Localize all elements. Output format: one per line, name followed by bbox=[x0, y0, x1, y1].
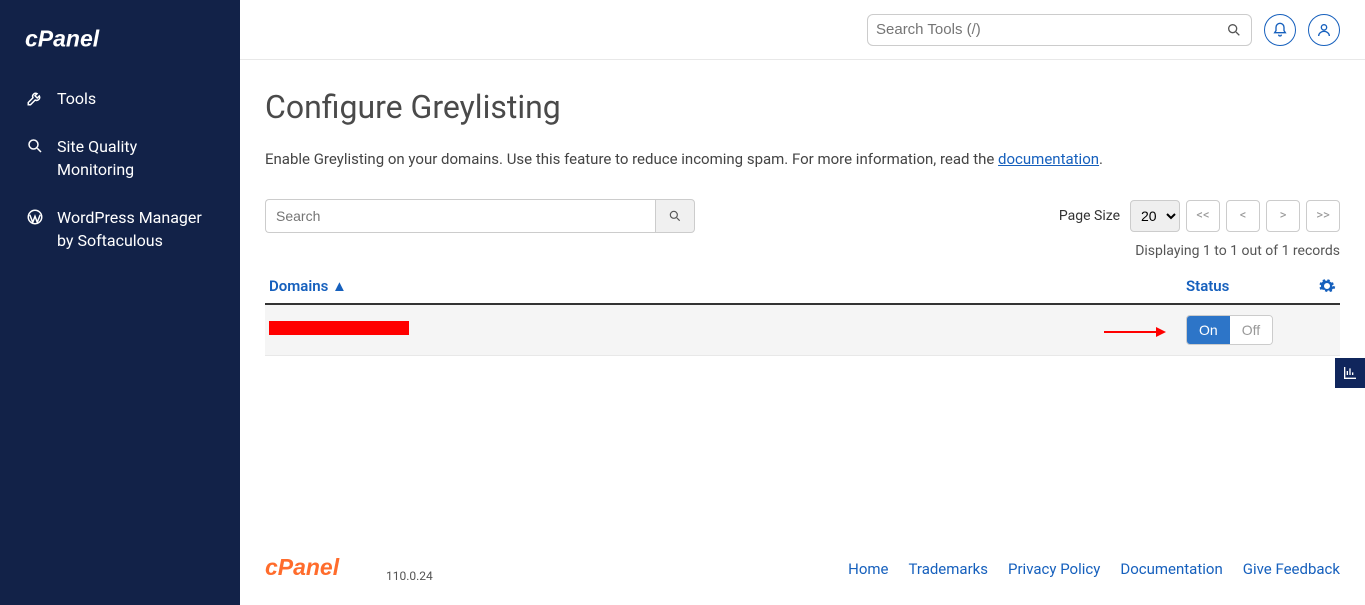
sidebar-item-label: WordPress Manager by Softaculous bbox=[57, 207, 215, 252]
footer-links: Home Trademarks Privacy Policy Documenta… bbox=[848, 560, 1340, 578]
account-button[interactable] bbox=[1308, 14, 1340, 46]
table-search-button[interactable] bbox=[655, 199, 695, 233]
table-header: Domains ▲ Status bbox=[265, 269, 1340, 305]
page-title: Configure Greylisting bbox=[265, 88, 1340, 126]
search-tools-input[interactable] bbox=[876, 21, 1225, 38]
greylisting-toggle: On Off bbox=[1186, 315, 1273, 345]
page-description: Enable Greylisting on your domains. Use … bbox=[265, 148, 1340, 171]
chart-icon bbox=[1342, 365, 1358, 381]
footer-left: cPanel 110.0.24 bbox=[265, 554, 433, 585]
sidebar-item-wordpress[interactable]: WordPress Manager by Softaculous bbox=[0, 194, 240, 265]
sidebar-item-site-quality[interactable]: Site Quality Monitoring bbox=[0, 123, 240, 194]
search-icon bbox=[668, 209, 682, 223]
sidebar-item-tools[interactable]: Tools bbox=[0, 75, 240, 123]
cpanel-logo-footer: cPanel bbox=[265, 554, 380, 585]
sidebar-item-label: Tools bbox=[57, 88, 96, 110]
documentation-link[interactable]: documentation bbox=[998, 150, 1099, 168]
pager-size-label: Page Size bbox=[1059, 208, 1120, 224]
status-cell: On Off bbox=[1186, 315, 1306, 345]
search-tools[interactable] bbox=[867, 14, 1252, 46]
arrow-annotation bbox=[1104, 327, 1166, 337]
col-domains[interactable]: Domains ▲ bbox=[269, 277, 1186, 295]
pager-size-select[interactable]: 20 bbox=[1130, 200, 1180, 232]
notifications-button[interactable] bbox=[1264, 14, 1296, 46]
content: Configure Greylisting Enable Greylisting… bbox=[240, 60, 1365, 533]
magnify-icon bbox=[25, 136, 45, 156]
footer-link-trademarks[interactable]: Trademarks bbox=[909, 560, 989, 578]
pager-first[interactable]: << bbox=[1186, 200, 1220, 232]
footer-link-privacy[interactable]: Privacy Policy bbox=[1008, 560, 1100, 578]
footer-link-feedback[interactable]: Give Feedback bbox=[1243, 560, 1340, 578]
domain-name-redacted bbox=[269, 321, 409, 335]
person-icon bbox=[1316, 22, 1332, 38]
pager-last[interactable]: >> bbox=[1306, 200, 1340, 232]
sidebar: cPanel Tools Site Quality Monitoring Wor… bbox=[0, 0, 240, 605]
cpanel-logo: cPanel bbox=[0, 25, 240, 75]
stats-tab[interactable] bbox=[1335, 358, 1365, 388]
gear-icon bbox=[1318, 277, 1336, 295]
table-search bbox=[265, 199, 695, 233]
bell-icon bbox=[1272, 22, 1288, 38]
toggle-on[interactable]: On bbox=[1187, 316, 1230, 344]
col-status[interactable]: Status bbox=[1186, 277, 1306, 295]
tools-icon bbox=[25, 88, 45, 108]
sidebar-item-label: Site Quality Monitoring bbox=[57, 136, 215, 181]
domains-table: Domains ▲ Status On Off bbox=[265, 269, 1340, 356]
svg-text:cPanel: cPanel bbox=[265, 554, 340, 580]
pager-prev[interactable]: < bbox=[1226, 200, 1260, 232]
display-count: Displaying 1 to 1 out of 1 records bbox=[265, 243, 1340, 259]
footer: cPanel 110.0.24 Home Trademarks Privacy … bbox=[240, 533, 1365, 605]
table-search-input[interactable] bbox=[265, 199, 655, 233]
footer-link-home[interactable]: Home bbox=[848, 560, 888, 578]
domain-cell bbox=[269, 321, 1186, 339]
table-row: On Off bbox=[265, 305, 1340, 356]
pager-next[interactable]: > bbox=[1266, 200, 1300, 232]
svg-text:cPanel: cPanel bbox=[25, 26, 100, 52]
version: 110.0.24 bbox=[386, 569, 433, 583]
col-settings[interactable] bbox=[1306, 277, 1336, 295]
footer-link-documentation[interactable]: Documentation bbox=[1120, 560, 1222, 578]
main: Configure Greylisting Enable Greylisting… bbox=[240, 0, 1365, 605]
table-controls: Page Size 20 << < > >> bbox=[265, 199, 1340, 233]
toggle-off[interactable]: Off bbox=[1230, 316, 1272, 344]
wordpress-icon bbox=[25, 207, 45, 227]
topbar bbox=[240, 0, 1365, 60]
pager: Page Size 20 << < > >> bbox=[1059, 200, 1340, 232]
search-icon bbox=[1225, 22, 1243, 38]
